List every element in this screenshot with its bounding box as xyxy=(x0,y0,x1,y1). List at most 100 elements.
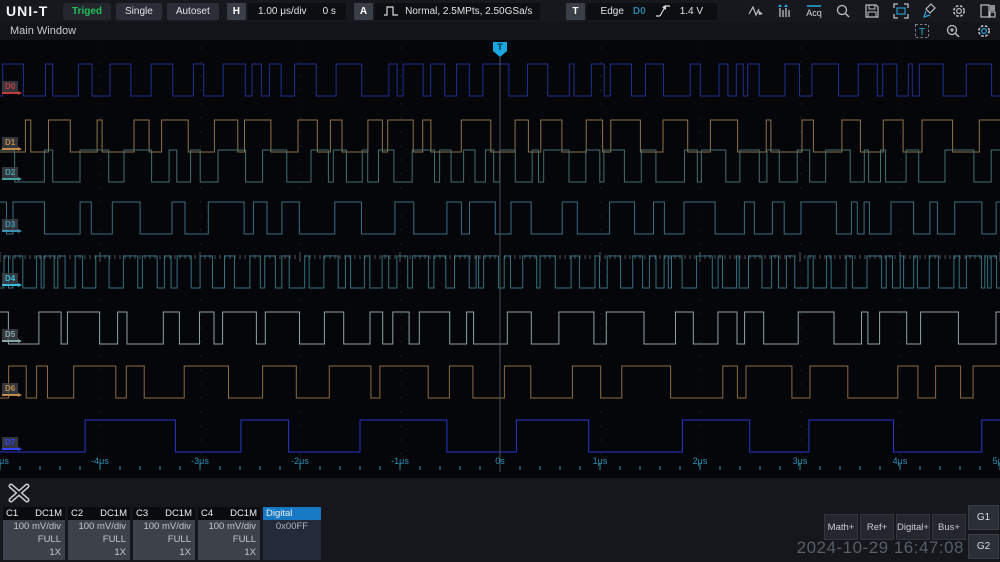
horizontal-menu-button[interactable]: H xyxy=(227,3,246,20)
channel-coupling: DC1M xyxy=(165,508,192,519)
channel-card-c3[interactable]: C3 DC1M 100 mV/div FULL 1X xyxy=(133,507,195,560)
channel-badge-d2[interactable]: D2 xyxy=(2,167,18,180)
trigger-position-flag[interactable]: T xyxy=(493,42,507,57)
channel-id: C4 xyxy=(201,508,213,519)
ref-add-button[interactable]: Ref+ xyxy=(860,514,894,540)
channel-scale: 100 mV/div xyxy=(198,520,260,533)
digital-label: Digital xyxy=(266,508,292,519)
g2-button[interactable]: G2 xyxy=(968,534,999,559)
axis-label: 5μs xyxy=(993,456,1000,466)
channel-badge-d7[interactable]: D7 xyxy=(2,437,18,450)
horizontal-offset-value: 0 s xyxy=(323,3,336,20)
axis-label: -5μs xyxy=(0,456,9,466)
axis-label: 4μs xyxy=(893,456,908,466)
window-layout-icon[interactable] xyxy=(980,3,996,19)
badge-arrow-icon xyxy=(18,229,22,233)
trigger-menu-button[interactable]: T xyxy=(566,3,584,20)
channel-probe: 1X xyxy=(133,546,195,559)
badge-arrow-icon xyxy=(18,339,22,343)
axis-label: -4μs xyxy=(91,456,109,466)
screen-capture-icon[interactable] xyxy=(893,3,909,19)
cursor-measure-icon[interactable] xyxy=(748,3,764,19)
badge-arrow-icon xyxy=(18,393,22,397)
brand-logo: UNI-T xyxy=(6,3,58,19)
trigger-type: Edge xyxy=(601,6,624,17)
channel-coupling: DC1M xyxy=(230,508,257,519)
channel-card-c1[interactable]: C1 DC1M 100 mV/div FULL 1X xyxy=(3,507,65,560)
channel-id: C1 xyxy=(6,508,18,519)
channel-badge-d0[interactable]: D0 xyxy=(2,81,18,94)
trigger-source: D0 xyxy=(633,6,646,17)
badge-arrow-icon xyxy=(18,91,22,95)
channel-bandwidth: FULL xyxy=(3,533,65,546)
axis-label: -3μs xyxy=(191,456,209,466)
svg-text:T: T xyxy=(919,27,925,38)
rising-edge-icon xyxy=(655,3,671,19)
trigger-level: 1.4 V xyxy=(680,6,703,17)
digital-bus-icon[interactable] xyxy=(777,3,793,19)
math-add-button[interactable]: Math+ xyxy=(824,514,858,540)
channel-id: C2 xyxy=(71,508,83,519)
text-annotation-icon[interactable]: T xyxy=(914,23,930,39)
datetime-display: 2024-10-29 16:47:08 xyxy=(797,538,964,558)
pulse-icon xyxy=(383,3,399,19)
badge-arrow-icon xyxy=(18,147,22,151)
badge-arrow-icon xyxy=(18,283,22,287)
window-title: Main Window xyxy=(0,22,1000,40)
save-icon[interactable] xyxy=(864,3,880,19)
channel-probe: 1X xyxy=(198,546,260,559)
axis-label: -1μs xyxy=(391,456,409,466)
timebase-display[interactable]: 1.00 μs/div 0 s xyxy=(248,3,346,20)
trigger-info-display[interactable]: Edge D0 1.4 V xyxy=(587,3,718,20)
channel-bandwidth: FULL xyxy=(133,533,195,546)
channel-coupling: DC1M xyxy=(100,508,127,519)
axis-label: -2μs xyxy=(291,456,309,466)
acquire-menu-button[interactable]: A xyxy=(354,3,373,20)
crossed-probes-icon[interactable] xyxy=(7,482,31,504)
channel-badge-d1[interactable]: D1 xyxy=(2,137,18,150)
acquire-info-display[interactable]: Normal, 2.5MPts, 2.50GSa/s xyxy=(375,3,540,20)
axis-label: 2μs xyxy=(693,456,708,466)
svg-text:T: T xyxy=(497,42,503,52)
digital-card[interactable]: Digital 0x00FF xyxy=(263,507,321,560)
channel-probe: 1X xyxy=(68,546,130,559)
trigger-status-button[interactable]: Triged xyxy=(63,3,111,20)
channel-card-c2[interactable]: C2 DC1M 100 mV/div FULL 1X xyxy=(68,507,130,560)
channel-bandwidth: FULL xyxy=(68,533,130,546)
acquire-icon[interactable]: Acq xyxy=(806,3,822,19)
search-icon[interactable] xyxy=(835,3,851,19)
channel-scale: 100 mV/div xyxy=(133,520,195,533)
badge-arrow-icon xyxy=(18,447,22,451)
autoset-button[interactable]: Autoset xyxy=(167,3,219,20)
bottom-status-bar: C1 DC1M 100 mV/div FULL 1X C2 DC1M 100 m… xyxy=(0,478,1000,562)
top-toolbar: UNI-T Triged Single Autoset H 1.00 μs/di… xyxy=(0,0,1000,22)
channel-badge-d5[interactable]: D5 xyxy=(2,329,18,342)
channel-scale: 100 mV/div xyxy=(68,520,130,533)
digital-value: 0x00FF xyxy=(263,520,321,533)
channel-scale: 100 mV/div xyxy=(3,520,65,533)
channel-id: C3 xyxy=(136,508,148,519)
axis-label: 0s xyxy=(495,456,505,466)
waveform-display[interactable]: T -5μs -4μs -3μs -2μs -1μs 0s 1μs 2μs 3μs 4μs 5μs D… xyxy=(0,40,1000,478)
channel-badge-d6[interactable]: D6 xyxy=(2,383,18,396)
channel-badge-d4[interactable]: D4 xyxy=(2,273,18,286)
axis-label: 1μs xyxy=(593,456,608,466)
zoom-in-icon[interactable] xyxy=(945,23,961,39)
acquire-info-text: Normal, 2.5MPts, 2.50GSa/s xyxy=(405,6,532,17)
waveform-canvas[interactable]: T xyxy=(0,40,1000,478)
digital-add-button[interactable]: Digital+ xyxy=(896,514,930,540)
bus-add-button[interactable]: Bus+ xyxy=(932,514,966,540)
clear-icon[interactable] xyxy=(922,3,938,19)
add-function-buttons: Math+ Ref+ Digital+ Bus+ xyxy=(824,514,966,540)
svg-text:Acq: Acq xyxy=(806,8,822,18)
axis-label: 3μs xyxy=(793,456,808,466)
timebase-value: 1.00 μs/div xyxy=(258,3,307,20)
settings-icon[interactable] xyxy=(951,3,967,19)
channel-badge-d3[interactable]: D3 xyxy=(2,219,18,232)
single-button[interactable]: Single xyxy=(116,3,162,20)
display-settings-icon[interactable] xyxy=(976,23,992,39)
badge-arrow-icon xyxy=(18,177,22,181)
g1-button[interactable]: G1 xyxy=(968,505,999,530)
window-title-bar: Main Window T xyxy=(0,22,1000,40)
channel-card-c4[interactable]: C4 DC1M 100 mV/div FULL 1X xyxy=(198,507,260,560)
